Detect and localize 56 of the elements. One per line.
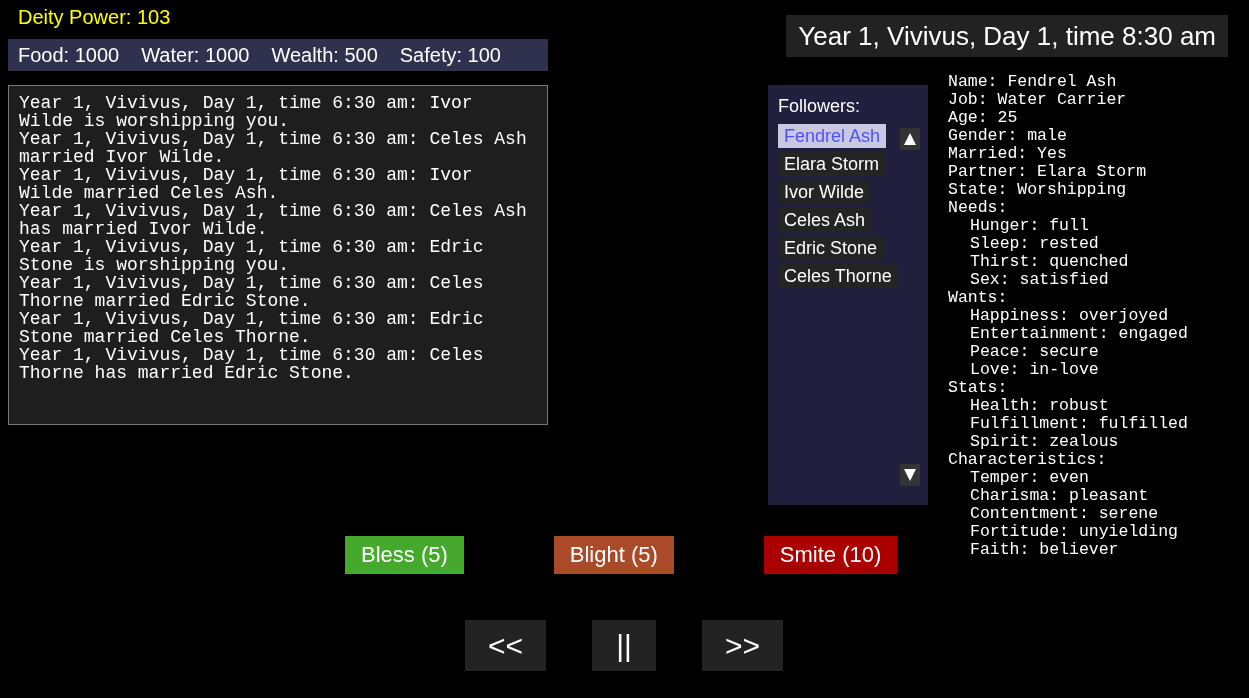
detail-line: Charisma: pleasant [970,487,1150,505]
down-triangle-icon [903,468,917,482]
detail-line: Temper: even [970,469,1090,487]
detail-line: Stats: [948,379,1009,397]
detail-line: Sleep: rested [970,235,1100,253]
playback-button[interactable]: >> [702,620,784,671]
detail-line: Wants: [948,289,1009,307]
detail-line: Sex: satisfied [970,271,1110,289]
follower-item[interactable]: Ivor Wilde [778,180,870,204]
log-entry: Year 1, Vivivus, Day 1, time 6:30 am: Celes Thorne has married Edric Stone. [19,346,485,382]
detail-line: Happiness: overjoyed [970,307,1170,325]
followers-title: Followers: [778,95,862,117]
detail-line: Faith: believer [970,541,1120,559]
resource-value: Food: 1000 [18,43,120,67]
resource-value: Wealth: 500 [271,43,378,67]
detail-line: Spirit: zealous [970,433,1120,451]
date-display: Year 1, Vivivus, Day 1, time 8:30 am [786,15,1228,57]
detail-line: State: Worshipping [948,181,1128,199]
detail-line: Gender: male [948,127,1068,145]
log-entry: Year 1, Vivivus, Day 1, time 6:30 am: Ivor Wilde married Celes Ash. [19,166,474,202]
scroll-down-button[interactable] [900,464,920,486]
playback-button[interactable]: || [592,620,657,671]
deity-power: Deity Power: 103 [17,5,172,30]
detail-line: Needs: [948,199,1009,217]
resource-value: Water: 1000 [141,43,250,67]
detail-line: Age: 25 [948,109,1019,127]
follower-item[interactable]: Edric Stone [778,236,884,260]
detail-line: Entertainment: engaged [970,325,1189,343]
resource-value: Safety: 100 [399,43,501,67]
detail-line: Fulfillment: fulfilled [970,415,1189,433]
smite-button[interactable]: Smite (10) [763,536,898,574]
playback-button[interactable]: << [465,620,547,671]
log-entry: Year 1, Vivivus, Day 1, time 6:30 am: Celes Ash married Ivor Wilde. [19,130,528,166]
detail-line: Fortitude: unyielding [970,523,1179,541]
detail-line: Health: robust [970,397,1110,415]
detail-line: Thirst: quenched [970,253,1130,271]
log-entry: Year 1, Vivivus, Day 1, time 6:30 am: Edric Stone married Celes Thorne. [19,310,485,346]
log-entry: Year 1, Vivivus, Day 1, time 6:30 am: Ivor Wilde is worshipping you. [19,94,474,130]
detail-line: Partner: Elara Storm [948,163,1148,181]
detail-line: Love: in-love [970,361,1100,379]
follower-item[interactable]: Celes Ash [778,208,872,232]
up-triangle-icon [903,132,917,146]
detail-line: Name: Fendrel Ash [948,73,1118,91]
log-entry: Year 1, Vivivus, Day 1, time 6:30 am: Edric Stone is worshipping you. [19,238,485,274]
detail-line: Characteristics: [948,451,1108,469]
log-entry: Year 1, Vivivus, Day 1, time 6:30 am: Celes Thorne married Edric Stone. [19,274,485,310]
scroll-up-button[interactable] [900,128,920,150]
log-entry: Year 1, Vivivus, Day 1, time 6:30 am: Celes Ash has married Ivor Wilde. [19,202,528,238]
follower-item[interactable]: Celes Thorne [778,264,898,288]
detail-line: Job: Water Carrier [948,91,1128,109]
detail-line: Peace: secure [970,343,1100,361]
detail-line: Contentment: serene [970,505,1160,523]
blight-button[interactable]: Blight (5) [553,536,674,574]
detail-line: Married: Yes [948,145,1068,163]
detail-line: Hunger: full [970,217,1090,235]
follower-item[interactable]: Elara Storm [778,152,886,176]
